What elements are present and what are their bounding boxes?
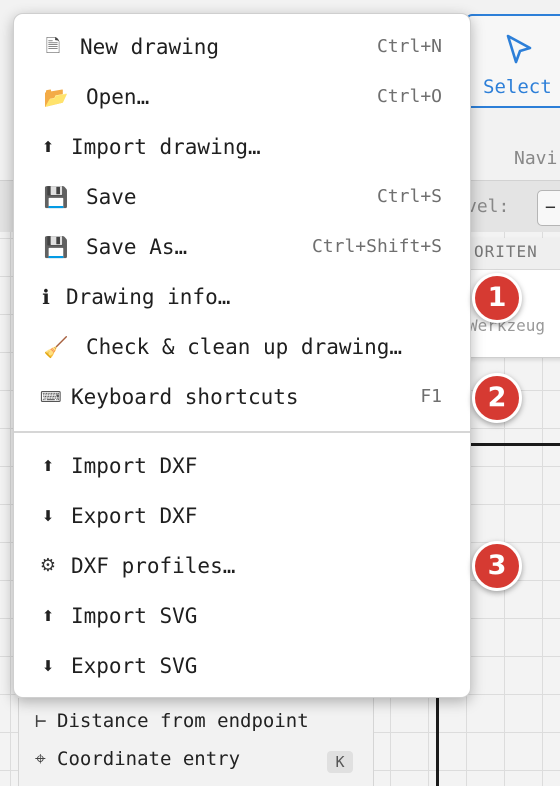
menu-item-import-svg[interactable]: ⬆ Import SVG — [14, 591, 470, 641]
document-icon: 🗎 — [45, 36, 61, 57]
menu-item-label: Export SVG — [71, 654, 198, 678]
file-menu: 🗎 New drawing Ctrl+N 📂 Open… Ctrl+O ⬆ Im… — [13, 13, 471, 698]
menu-item-label: DXF profiles… — [71, 554, 236, 578]
menu-item-label: Import DXF — [71, 454, 198, 478]
menu-item-label: Import SVG — [71, 604, 198, 628]
upload-arrow-icon: ⬆ — [41, 457, 55, 475]
menu-item-save-as[interactable]: 💾 Save As… Ctrl+Shift+S — [14, 222, 470, 272]
menu-separator — [14, 431, 470, 433]
menu-item-label: Drawing info… — [66, 285, 231, 309]
cursor-arrow-icon — [506, 34, 532, 64]
level-label: vel: — [466, 196, 510, 217]
gear-icon: ⚙ — [39, 555, 57, 576]
menu-item-shortcut: Ctrl+S — [376, 186, 442, 207]
menu-item-drawing-info[interactable]: ℹ Drawing info… — [14, 272, 470, 322]
menu-item-import-drawing[interactable]: ⬆ Import drawing… — [14, 122, 470, 172]
callout-badge: 2 — [472, 373, 522, 423]
menu-item-keyboard-shortcuts[interactable]: ⌨ Keyboard shortcuts F1 — [14, 372, 470, 422]
menu-item-export-svg[interactable]: ⬇ Export SVG — [14, 641, 470, 691]
download-arrow-icon: ⬇ — [41, 657, 55, 675]
distance-endpoint-icon: ⊢ — [35, 710, 47, 732]
keyboard-icon: ⌨ — [40, 388, 62, 406]
select-tool-button[interactable]: Select — [466, 14, 560, 108]
menu-item-shortcut: Ctrl+O — [376, 86, 442, 107]
menu-item-shortcut: F1 — [420, 386, 442, 407]
menu-item-label: Keyboard shortcuts — [71, 385, 299, 409]
menu-item-label: New drawing — [80, 35, 220, 59]
shortcut-key-badge: K — [327, 751, 353, 773]
level-decrement-button[interactable]: − — [537, 190, 560, 226]
upload-arrow-icon: ⬆ — [41, 138, 55, 156]
select-tool-label: Select — [483, 76, 552, 98]
minus-label: − — [545, 197, 556, 218]
menu-item-import-dxf[interactable]: ⬆ Import DXF — [14, 441, 470, 491]
menu-item-label: Save — [86, 185, 137, 209]
menu-item-label: Check & clean up drawing… — [86, 335, 403, 359]
menu-item-shortcut: Ctrl+N — [376, 36, 442, 57]
download-arrow-icon: ⬇ — [41, 507, 55, 525]
menu-item-open[interactable]: 📂 Open… Ctrl+O — [14, 72, 470, 122]
menu-item-dxf-profiles[interactable]: ⚙ DXF profiles… — [14, 541, 470, 591]
menu-item-shortcut: Ctrl+Shift+S — [311, 236, 442, 257]
snap-option-label: Coordinate entry — [57, 748, 241, 770]
menu-item-export-dxf[interactable]: ⬇ Export DXF — [14, 491, 470, 541]
tab-navigation[interactable]: Navi — [514, 148, 557, 169]
drawn-line — [436, 698, 439, 786]
folder-open-icon: 📂 — [43, 85, 69, 109]
menu-item-label: Save As… — [86, 235, 188, 259]
callout-badge: 1 — [472, 273, 522, 323]
menu-item-label: Open… — [86, 85, 150, 109]
menu-item-label: Import drawing… — [71, 135, 261, 159]
crosshair-icon: ⌖ — [35, 748, 46, 770]
menu-item-label: Export DXF — [71, 504, 198, 528]
broom-icon: 🧹 — [43, 335, 69, 359]
snap-options-panel: ⊢ Distance from endpoint ⌖ Coordinate entr… — [18, 698, 374, 786]
floppy-disk-icon: 💾 — [43, 185, 69, 209]
info-icon: ℹ — [42, 285, 50, 309]
snap-option-label: Distance from endpoint — [57, 710, 309, 732]
floppy-disk-icon: 💾 — [43, 235, 69, 259]
favorites-header-label: ORITEN — [474, 242, 538, 261]
menu-item-new-drawing[interactable]: 🗎 New drawing Ctrl+N — [14, 22, 470, 72]
app-window: Select Navi vel: − ORITEN Werkzeug ⊢ Dist… — [0, 0, 560, 786]
drawn-line — [470, 443, 560, 446]
menu-item-save[interactable]: 💾 Save Ctrl+S — [14, 172, 470, 222]
snap-distance-endpoint[interactable]: ⊢ Distance from endpoint — [35, 710, 309, 732]
menu-item-check-cleanup[interactable]: 🧹 Check & clean up drawing… — [14, 322, 470, 372]
upload-arrow-icon: ⬆ — [41, 607, 55, 625]
snap-coordinate-entry[interactable]: ⌖ Coordinate entry — [35, 748, 240, 770]
favorites-header: ORITEN — [466, 238, 560, 270]
callout-badge: 3 — [472, 541, 522, 591]
